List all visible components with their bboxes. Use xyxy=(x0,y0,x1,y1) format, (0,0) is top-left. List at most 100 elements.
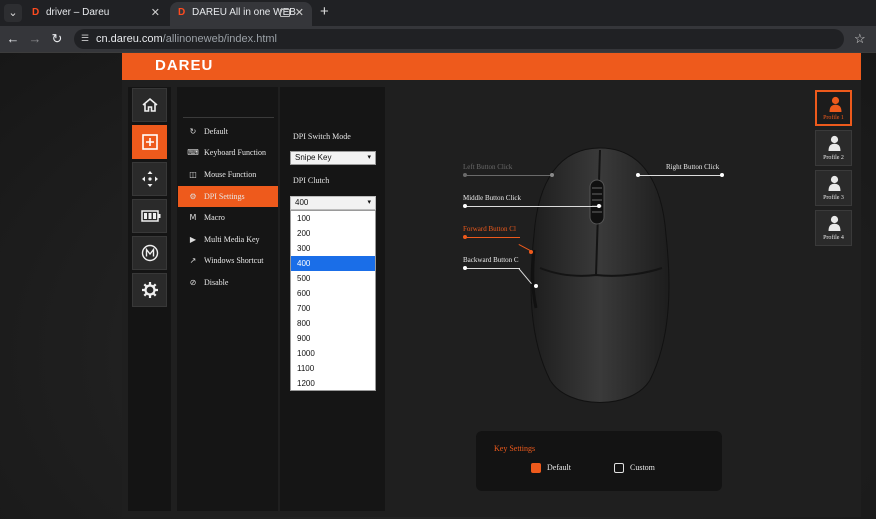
dpi-option[interactable]: 700 xyxy=(291,301,375,316)
middle-button-hotspot[interactable] xyxy=(597,204,601,208)
custom-checkbox[interactable] xyxy=(614,463,624,473)
home-icon xyxy=(142,97,158,112)
menu-item-default[interactable]: ↻ Default xyxy=(178,121,278,142)
forward-button-hotspot[interactable] xyxy=(529,250,533,254)
middle-button-label[interactable]: Middle Button Click xyxy=(463,194,521,202)
menu-item-label: DPI Settings xyxy=(204,192,245,201)
keyboard-icon: ⌨ xyxy=(187,148,199,157)
right-button-label[interactable]: Right Button Click xyxy=(666,163,719,171)
menu-item-label: Keyboard Function xyxy=(204,148,266,157)
chevron-down-icon: ▾ xyxy=(367,199,371,206)
new-tab-button[interactable]: + xyxy=(320,3,329,20)
settings-button[interactable] xyxy=(132,273,167,307)
reload-icon[interactable]: ↻ xyxy=(48,30,66,48)
callout-dot xyxy=(463,235,467,239)
site-settings-icon[interactable]: ☰ xyxy=(81,33,92,44)
mouse-icon: ◫ xyxy=(189,170,197,179)
dpi-icon: ⚙ xyxy=(189,192,197,201)
dpi-option[interactable]: 100 xyxy=(291,211,375,226)
disable-icon: ⊘ xyxy=(189,278,197,287)
profile-2-button[interactable]: Profile 2 xyxy=(815,130,852,166)
dpi-option[interactable]: 900 xyxy=(291,331,375,346)
profile-4-button[interactable]: Profile 4 xyxy=(815,210,852,246)
divider xyxy=(183,117,274,118)
dpi-option[interactable]: 200 xyxy=(291,226,375,241)
menu-item-windows-shortcut[interactable]: ↗ Windows Shortcut xyxy=(178,250,278,271)
key-assign-button[interactable] xyxy=(132,125,167,159)
left-button-hotspot[interactable] xyxy=(550,173,554,177)
browser-tab-bar: ⌄ D driver – Dareu ✕ D DAREU All in one … xyxy=(0,0,876,26)
dpi-option[interactable]: 1000 xyxy=(291,346,375,361)
dpi-switch-mode-label: DPI Switch Mode xyxy=(293,132,351,141)
profile-label: Profile 4 xyxy=(823,235,844,241)
backward-button-hotspot[interactable] xyxy=(534,284,538,288)
profile-label: Profile 3 xyxy=(823,195,844,201)
left-button-label[interactable]: Left Button Click xyxy=(463,163,512,171)
right-button-hotspot[interactable] xyxy=(636,173,640,177)
menu-item-dpi-settings[interactable]: ⚙ DPI Settings xyxy=(178,186,278,207)
dpi-clutch-select[interactable]: 400 ▾ xyxy=(290,196,376,210)
menu-item-keyboard-function[interactable]: ⌨ Keyboard Function xyxy=(178,142,278,163)
macro-mode-button[interactable] xyxy=(132,236,167,270)
backward-button-label[interactable]: Backward Button C xyxy=(463,256,519,264)
menu-item-mouse-function[interactable]: ◫ Mouse Function xyxy=(178,164,278,185)
browser-tab-allinone[interactable]: D DAREU All in one WEB ✕ xyxy=(170,2,312,26)
custom-checkbox-label[interactable]: Custom xyxy=(630,463,655,473)
profile-3-button[interactable]: Profile 3 xyxy=(815,170,852,206)
media-cast-icon[interactable] xyxy=(280,9,290,17)
menu-item-macro[interactable]: M Macro xyxy=(178,207,278,228)
browser-tab-driver[interactable]: D driver – Dareu ✕ xyxy=(24,2,168,26)
menu-item-label: Windows Shortcut xyxy=(204,256,264,265)
key-settings-title: Key Settings xyxy=(494,444,536,453)
callout-line xyxy=(465,237,520,238)
dpi-switch-mode-select[interactable]: Snipe Key ▾ xyxy=(290,151,376,165)
media-icon: ▶ xyxy=(189,235,197,244)
dpi-option[interactable]: 800 xyxy=(291,316,375,331)
menu-item-disable[interactable]: ⊘ Disable xyxy=(178,272,278,293)
close-icon[interactable]: ✕ xyxy=(151,2,160,24)
callout-dot xyxy=(463,266,467,270)
callout-line xyxy=(465,175,553,176)
mouse-image xyxy=(530,147,670,403)
default-checkbox-label[interactable]: Default xyxy=(547,463,571,473)
url-text: cn.dareu.com/allinoneweb/index.html xyxy=(96,33,278,45)
tab-search-button[interactable]: ⌄ xyxy=(4,4,22,22)
dareu-logo: DAREU xyxy=(155,57,214,74)
gear-icon xyxy=(142,282,158,298)
profile-1-button[interactable]: Profile 1 xyxy=(815,90,852,126)
callout-dot xyxy=(463,173,467,177)
battery-button[interactable] xyxy=(132,199,167,233)
close-icon[interactable]: ✕ xyxy=(295,2,304,24)
forward-arrow-icon[interactable]: → xyxy=(26,30,44,48)
home-button[interactable] xyxy=(132,88,167,122)
bookmark-star-icon[interactable]: ☆ xyxy=(854,31,866,47)
dpi-option[interactable]: 500 xyxy=(291,271,375,286)
menu-item-label: Disable xyxy=(204,278,229,287)
callout-line xyxy=(465,268,520,269)
dpi-clutch-dropdown: 100 200 300 400 500 600 700 800 900 1000 1100 1200 xyxy=(290,210,376,391)
dpi-option[interactable]: 600 xyxy=(291,286,375,301)
profile-label: Profile 1 xyxy=(823,115,844,121)
refresh-icon: ↻ xyxy=(189,127,197,136)
macro-m-icon xyxy=(141,244,159,262)
battery-icon xyxy=(141,210,161,222)
brand-header: DAREU xyxy=(122,53,861,80)
address-bar[interactable]: ☰ cn.dareu.com/allinoneweb/index.html xyxy=(74,29,844,49)
menu-item-label: Multi Media Key xyxy=(204,235,260,244)
plus-square-icon xyxy=(142,134,158,150)
dpi-option[interactable]: 400 xyxy=(291,256,375,271)
default-checkbox[interactable] xyxy=(531,463,541,473)
tab-title: driver – Dareu xyxy=(46,7,110,18)
dpi-option[interactable]: 300 xyxy=(291,241,375,256)
forward-button-label[interactable]: Forward Button Cl xyxy=(463,225,516,233)
callout-line xyxy=(465,206,600,207)
dpi-option[interactable]: 1100 xyxy=(291,361,375,376)
back-arrow-icon[interactable]: ← xyxy=(4,30,22,48)
move-arrows-icon xyxy=(142,171,158,187)
user-icon xyxy=(829,96,842,112)
move-button[interactable] xyxy=(132,162,167,196)
callout-dot xyxy=(463,204,467,208)
dpi-option[interactable]: 1200 xyxy=(291,376,375,391)
menu-item-multi-media-key[interactable]: ▶ Multi Media Key xyxy=(178,229,278,250)
dareu-favicon-icon: D xyxy=(178,7,186,18)
